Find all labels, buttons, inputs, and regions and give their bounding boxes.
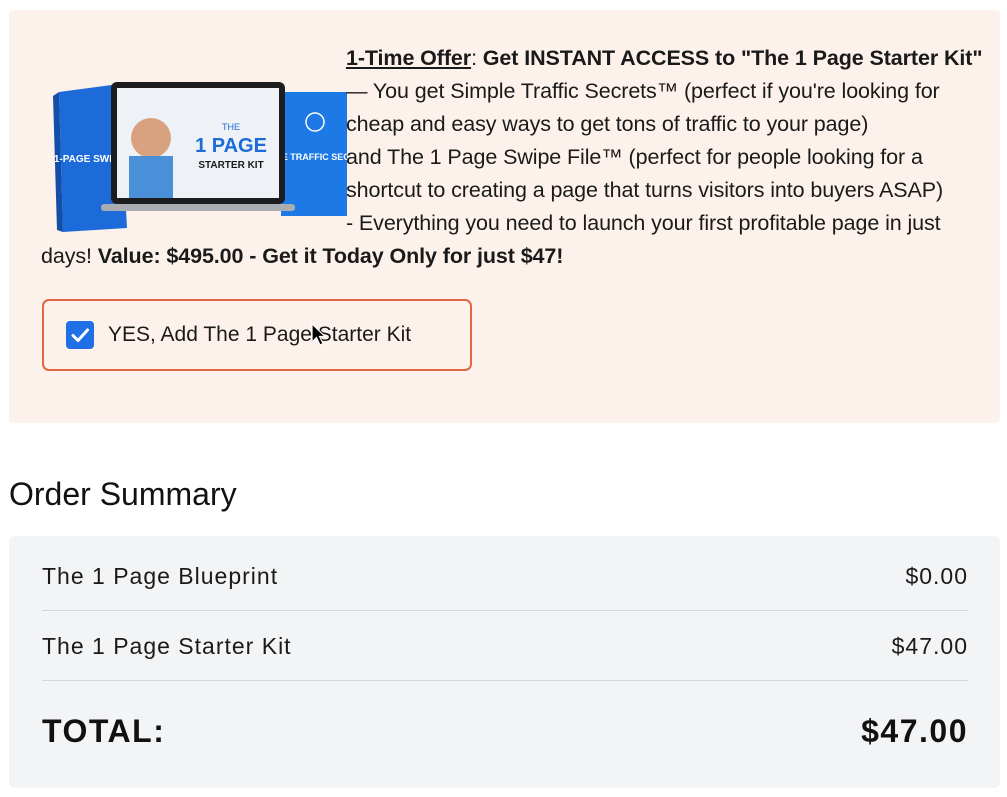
offer-line-start: days! bbox=[41, 244, 98, 268]
offer-value-line: days! Value: $495.00 - Get it Today Only… bbox=[41, 240, 1001, 273]
order-item-name: The 1 Page Starter Kit bbox=[42, 633, 292, 659]
total-label: TOTAL: bbox=[42, 713, 166, 749]
checkmark-icon bbox=[71, 328, 89, 342]
add-starter-kit-label[interactable]: YES, Add The 1 Page Starter Kit bbox=[108, 321, 411, 349]
order-item-price: $47.00 bbox=[891, 633, 968, 659]
offer-line: shortcut to creating a page that turns v… bbox=[346, 178, 944, 202]
order-item-name: The 1 Page Blueprint bbox=[42, 563, 279, 589]
offer-line: cheap and easy ways to get tons of traff… bbox=[346, 112, 869, 136]
one-time-offer-label: 1-Time Offer bbox=[346, 46, 472, 70]
offer-description: 1-Time Offer: Get INSTANT ACCESS to "The… bbox=[41, 42, 1001, 273]
order-bump-box: MY 1-PAGE SWIPE FILE SIMPLE TRAFFIC SECR… bbox=[9, 10, 1000, 423]
add-starter-kit-checkbox[interactable] bbox=[66, 321, 94, 349]
checkout-page: MY 1-PAGE SWIPE FILE SIMPLE TRAFFIC SECR… bbox=[0, 0, 1007, 797]
offer-value-text: Value: $495.00 - Get it Today Only for j… bbox=[97, 244, 564, 268]
add-starter-kit-checkbox-row[interactable]: YES, Add The 1 Page Starter Kit bbox=[42, 299, 472, 371]
offer-line: - Everything you need to launch your fir… bbox=[346, 211, 941, 235]
offer-title: Get INSTANT ACCESS to "The 1 Page Starte… bbox=[476, 46, 983, 70]
order-item-row: The 1 Page Blueprint $0.00 bbox=[42, 541, 968, 611]
offer-line: and The 1 Page Swipe File™ (perfect for … bbox=[346, 145, 923, 169]
offer-line: — You get Simple Traffic Secrets™ (perfe… bbox=[346, 79, 940, 103]
order-item-row: The 1 Page Starter Kit $47.00 bbox=[42, 611, 968, 681]
total-value: $47.00 bbox=[861, 713, 968, 749]
order-total-row: TOTAL: $47.00 bbox=[42, 696, 968, 766]
order-summary-title: Order Summary bbox=[9, 476, 237, 512]
offer-headline: 1-Time Offer: Get INSTANT ACCESS to "The… bbox=[41, 42, 1001, 75]
order-item-price: $0.00 bbox=[905, 563, 968, 589]
order-summary-box: The 1 Page Blueprint $0.00 The 1 Page St… bbox=[9, 536, 1000, 788]
